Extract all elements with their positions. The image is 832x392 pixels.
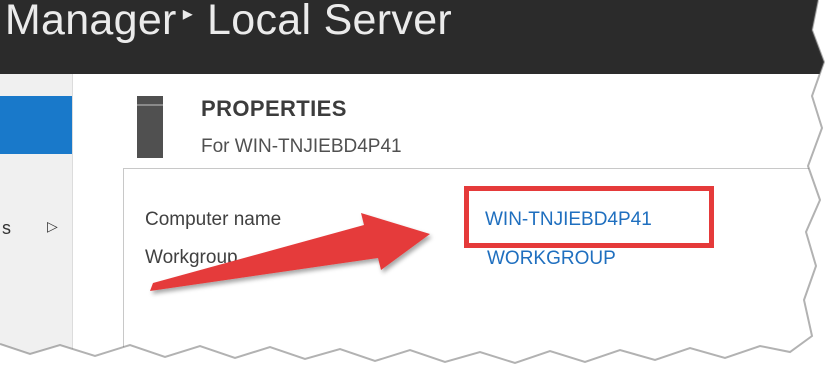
screenshot-clip: r Manager▸Local Server s ▷ PROPERTIES Fo…	[0, 0, 824, 363]
computer-name-highlight-box	[464, 186, 714, 248]
